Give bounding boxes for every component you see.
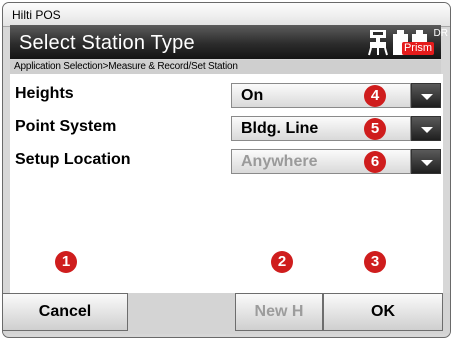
heights-label: Heights xyxy=(15,85,74,102)
point-system-label: Point System xyxy=(15,118,117,135)
screen-header: Select Station Type DR Prism xyxy=(10,25,448,59)
callout-badge-6: 6 xyxy=(364,151,386,173)
chevron-down-icon xyxy=(421,127,433,133)
page-title: Select Station Type xyxy=(19,32,195,54)
heights-value: On xyxy=(241,87,264,104)
callout-badge-2: 2 xyxy=(271,251,293,273)
window-titlebar: Hilti POS xyxy=(3,3,450,27)
breadcrumb: Application Selection>Measure & Record/S… xyxy=(10,60,441,74)
app-window: Hilti POS Select Station Type DR Prism A… xyxy=(2,2,451,338)
callout-badge-5: 5 xyxy=(364,118,386,140)
callout-badge-4: 4 xyxy=(364,85,386,107)
total-station-icon xyxy=(368,30,388,56)
ok-button[interactable]: OK xyxy=(323,293,443,331)
setup-location-value: Anywhere xyxy=(241,153,318,170)
prism-badge[interactable]: Prism xyxy=(402,42,434,55)
window-title: Hilti POS xyxy=(12,8,61,22)
point-system-dropdown-button[interactable] xyxy=(411,116,441,141)
chevron-down-icon xyxy=(421,94,433,100)
new-h-button[interactable]: New H xyxy=(235,293,323,331)
setup-location-dropdown-button[interactable] xyxy=(411,149,441,174)
dr-label: DR xyxy=(433,28,448,39)
point-system-value: Bldg. Line xyxy=(241,120,319,137)
callout-badge-3: 3 xyxy=(364,251,386,273)
cancel-button[interactable]: Cancel xyxy=(3,293,128,331)
setup-location-label: Setup Location xyxy=(15,151,131,168)
heights-dropdown-button[interactable] xyxy=(411,83,441,108)
callout-badge-1: 1 xyxy=(55,251,77,273)
chevron-down-icon xyxy=(421,160,433,166)
button-bar: Cancel New H OK xyxy=(3,293,450,334)
